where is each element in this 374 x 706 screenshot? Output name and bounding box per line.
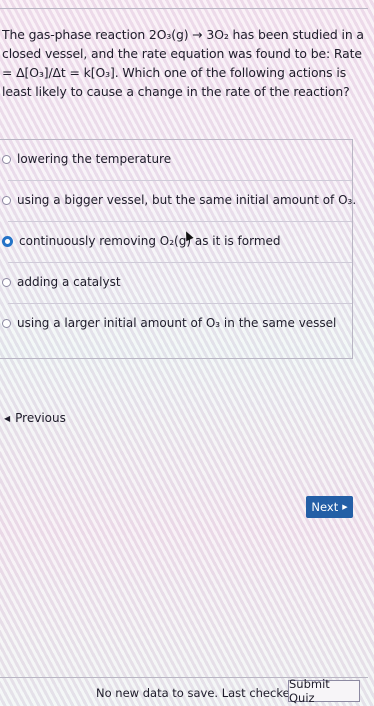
option-divider [8, 303, 352, 304]
radio-button[interactable] [2, 195, 11, 205]
quiz-panel: The gas-phase reaction 2O₃(g) → 3O₂ has … [0, 8, 368, 705]
radio-button-selected[interactable] [2, 235, 13, 247]
option-divider [8, 221, 352, 222]
radio-button[interactable] [2, 277, 11, 287]
triangle-left-icon: ◀ [4, 413, 11, 423]
next-button[interactable]: Next ▶ [306, 496, 353, 518]
option-label: continuously removing O₂(g) as it is for… [19, 234, 281, 248]
option-larger-initial-amount[interactable]: using a larger initial amount of O₃ in t… [2, 306, 352, 340]
option-lowering-temperature[interactable]: lowering the temperature [2, 142, 352, 176]
option-divider [8, 180, 352, 181]
answer-options: lowering the temperature using a bigger … [0, 139, 356, 359]
previous-button[interactable]: ◀ Previous [4, 411, 66, 425]
radio-button[interactable] [2, 154, 11, 164]
previous-label: Previous [15, 411, 66, 425]
option-label: adding a catalyst [17, 275, 121, 289]
option-bigger-vessel[interactable]: using a bigger vessel, but the same init… [2, 183, 356, 217]
option-label: using a larger initial amount of O₃ in t… [17, 316, 337, 330]
question-text: The gas-phase reaction 2O₃(g) → 3O₂ has … [2, 27, 364, 99]
option-label: using a bigger vessel, but the same init… [17, 193, 357, 207]
next-label: Next [311, 500, 339, 514]
option-adding-catalyst[interactable]: adding a catalyst [2, 265, 352, 299]
radio-button[interactable] [2, 318, 11, 328]
option-divider [8, 262, 352, 263]
triangle-right-icon: ▶ [342, 503, 348, 511]
submit-quiz-button[interactable]: Submit Quiz [288, 677, 360, 705]
option-removing-o2[interactable]: continuously removing O₂(g) as it is for… [2, 224, 352, 258]
option-label: lowering the temperature [17, 152, 172, 166]
